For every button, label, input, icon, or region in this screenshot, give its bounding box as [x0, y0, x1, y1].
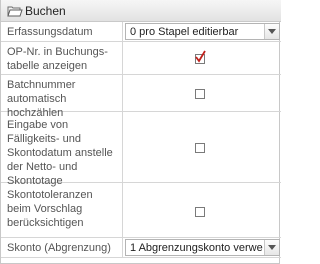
- settings-panel: Buchen Erfassungsdatum 0 pro Stapel edit…: [0, 0, 281, 264]
- select-value: 1 Abgrenzungskonto verwenden: [130, 242, 263, 254]
- row-faelligkeit: Eingabe von Fälligkeits- und Skontodatum…: [1, 112, 281, 187]
- row-erfassungsdatum: Erfassungsdatum 0 pro Stapel editierbar: [1, 22, 281, 42]
- section-title: Buchen: [25, 4, 66, 18]
- dropdown-arrow-icon[interactable]: [264, 240, 279, 255]
- skontotoleranzen-checkbox[interactable]: [195, 207, 205, 217]
- row-label: Erfassungsdatum: [7, 26, 93, 38]
- dropdown-arrow-icon[interactable]: [264, 24, 279, 39]
- row-batchnummer: Batchnummer automatisch hochzählen: [1, 75, 281, 119]
- skonto-abgrenzung-select[interactable]: 1 Abgrenzungskonto verwenden: [125, 239, 280, 256]
- op-nr-checkbox[interactable]: [195, 50, 206, 64]
- row-label: Skonto (Abgrenzung): [7, 242, 111, 254]
- faelligkeit-checkbox[interactable]: [195, 143, 205, 153]
- row-op-nr: OP-Nr. in Buchungs-tabelle anzeigen: [1, 42, 281, 75]
- section-header[interactable]: Buchen: [1, 0, 281, 22]
- checkmark-icon: [195, 50, 206, 63]
- row-skonto-abgrenzung: Skonto (Abgrenzung) 1 Abgrenzungskonto v…: [1, 238, 281, 258]
- row-skontotoleranzen: Skontotoleranzen beim Vorschlag berücksi…: [1, 183, 281, 238]
- row-label: Eingabe von Fälligkeits- und Skontodatum…: [7, 119, 113, 187]
- select-value: 0 pro Stapel editierbar: [130, 26, 239, 38]
- row-label: Skontotoleranzen beim Vorschlag berücksi…: [7, 189, 93, 229]
- batchnummer-checkbox[interactable]: [195, 89, 205, 99]
- folder-open-icon: [7, 3, 23, 19]
- row-label: Batchnummer automatisch hochzählen: [7, 79, 76, 119]
- erfassungsdatum-select[interactable]: 0 pro Stapel editierbar: [125, 23, 280, 40]
- row-label: OP-Nr. in Buchungs-tabelle anzeigen: [7, 46, 108, 72]
